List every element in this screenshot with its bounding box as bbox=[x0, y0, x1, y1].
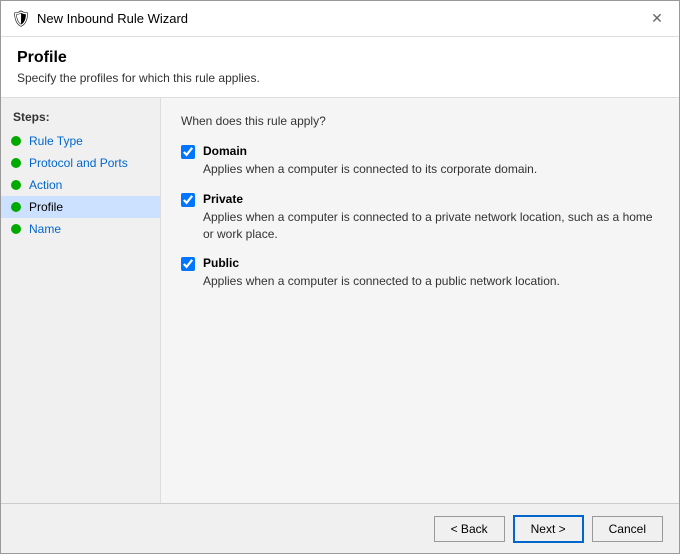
sidebar-item-label: Name bbox=[29, 222, 61, 236]
sidebar-item-action[interactable]: Action bbox=[1, 174, 160, 196]
cancel-button[interactable]: Cancel bbox=[592, 516, 663, 542]
dialog-window: 🛡 New Inbound Rule Wizard ✕ Profile Spec… bbox=[0, 0, 680, 554]
sidebar-item-profile[interactable]: Profile bbox=[1, 196, 160, 218]
sidebar-item-protocol-ports[interactable]: Protocol and Ports bbox=[1, 152, 160, 174]
sidebar-item-label: Profile bbox=[29, 200, 63, 214]
option-desc-public: Applies when a computer is connected to … bbox=[203, 273, 659, 290]
option-row-private: Private bbox=[181, 192, 659, 207]
back-button[interactable]: < Back bbox=[434, 516, 505, 542]
sidebar-item-label: Action bbox=[29, 178, 62, 192]
checkbox-private[interactable] bbox=[181, 193, 195, 207]
page-header: Profile Specify the profiles for which t… bbox=[1, 37, 679, 98]
option-group-domain: Domain Applies when a computer is connec… bbox=[181, 144, 659, 178]
steps-label: Steps: bbox=[1, 110, 160, 130]
close-button[interactable]: ✕ bbox=[645, 7, 669, 31]
window-icon: 🛡 bbox=[11, 9, 31, 29]
window-title: New Inbound Rule Wizard bbox=[37, 11, 645, 26]
question-text: When does this rule apply? bbox=[181, 114, 659, 128]
sidebar-item-label: Rule Type bbox=[29, 134, 83, 148]
option-row-domain: Domain bbox=[181, 144, 659, 159]
sidebar-item-label: Protocol and Ports bbox=[29, 156, 128, 170]
title-bar: 🛡 New Inbound Rule Wizard ✕ bbox=[1, 1, 679, 37]
option-group-public: Public Applies when a computer is connec… bbox=[181, 256, 659, 290]
option-row-public: Public bbox=[181, 256, 659, 271]
option-label-domain: Domain bbox=[203, 144, 247, 158]
option-label-private: Private bbox=[203, 192, 243, 206]
page-title: Profile bbox=[17, 49, 663, 67]
footer: < Back Next > Cancel bbox=[1, 503, 679, 553]
option-label-public: Public bbox=[203, 256, 239, 270]
option-desc-domain: Applies when a computer is connected to … bbox=[203, 161, 659, 178]
step-indicator bbox=[11, 180, 21, 190]
main-panel: When does this rule apply? Domain Applie… bbox=[161, 98, 679, 503]
option-desc-private: Applies when a computer is connected to … bbox=[203, 209, 659, 243]
step-indicator bbox=[11, 202, 21, 212]
step-indicator bbox=[11, 158, 21, 168]
options-area: Domain Applies when a computer is connec… bbox=[181, 144, 659, 487]
option-group-private: Private Applies when a computer is conne… bbox=[181, 192, 659, 243]
checkbox-domain[interactable] bbox=[181, 145, 195, 159]
sidebar-item-rule-type[interactable]: Rule Type bbox=[1, 130, 160, 152]
step-indicator bbox=[11, 224, 21, 234]
page-subtitle: Specify the profiles for which this rule… bbox=[17, 71, 663, 85]
checkbox-public[interactable] bbox=[181, 257, 195, 271]
sidebar: Steps: Rule Type Protocol and Ports Acti… bbox=[1, 98, 161, 503]
next-button[interactable]: Next > bbox=[513, 515, 584, 543]
content-area: Steps: Rule Type Protocol and Ports Acti… bbox=[1, 98, 679, 503]
step-indicator bbox=[11, 136, 21, 146]
sidebar-item-name[interactable]: Name bbox=[1, 218, 160, 240]
